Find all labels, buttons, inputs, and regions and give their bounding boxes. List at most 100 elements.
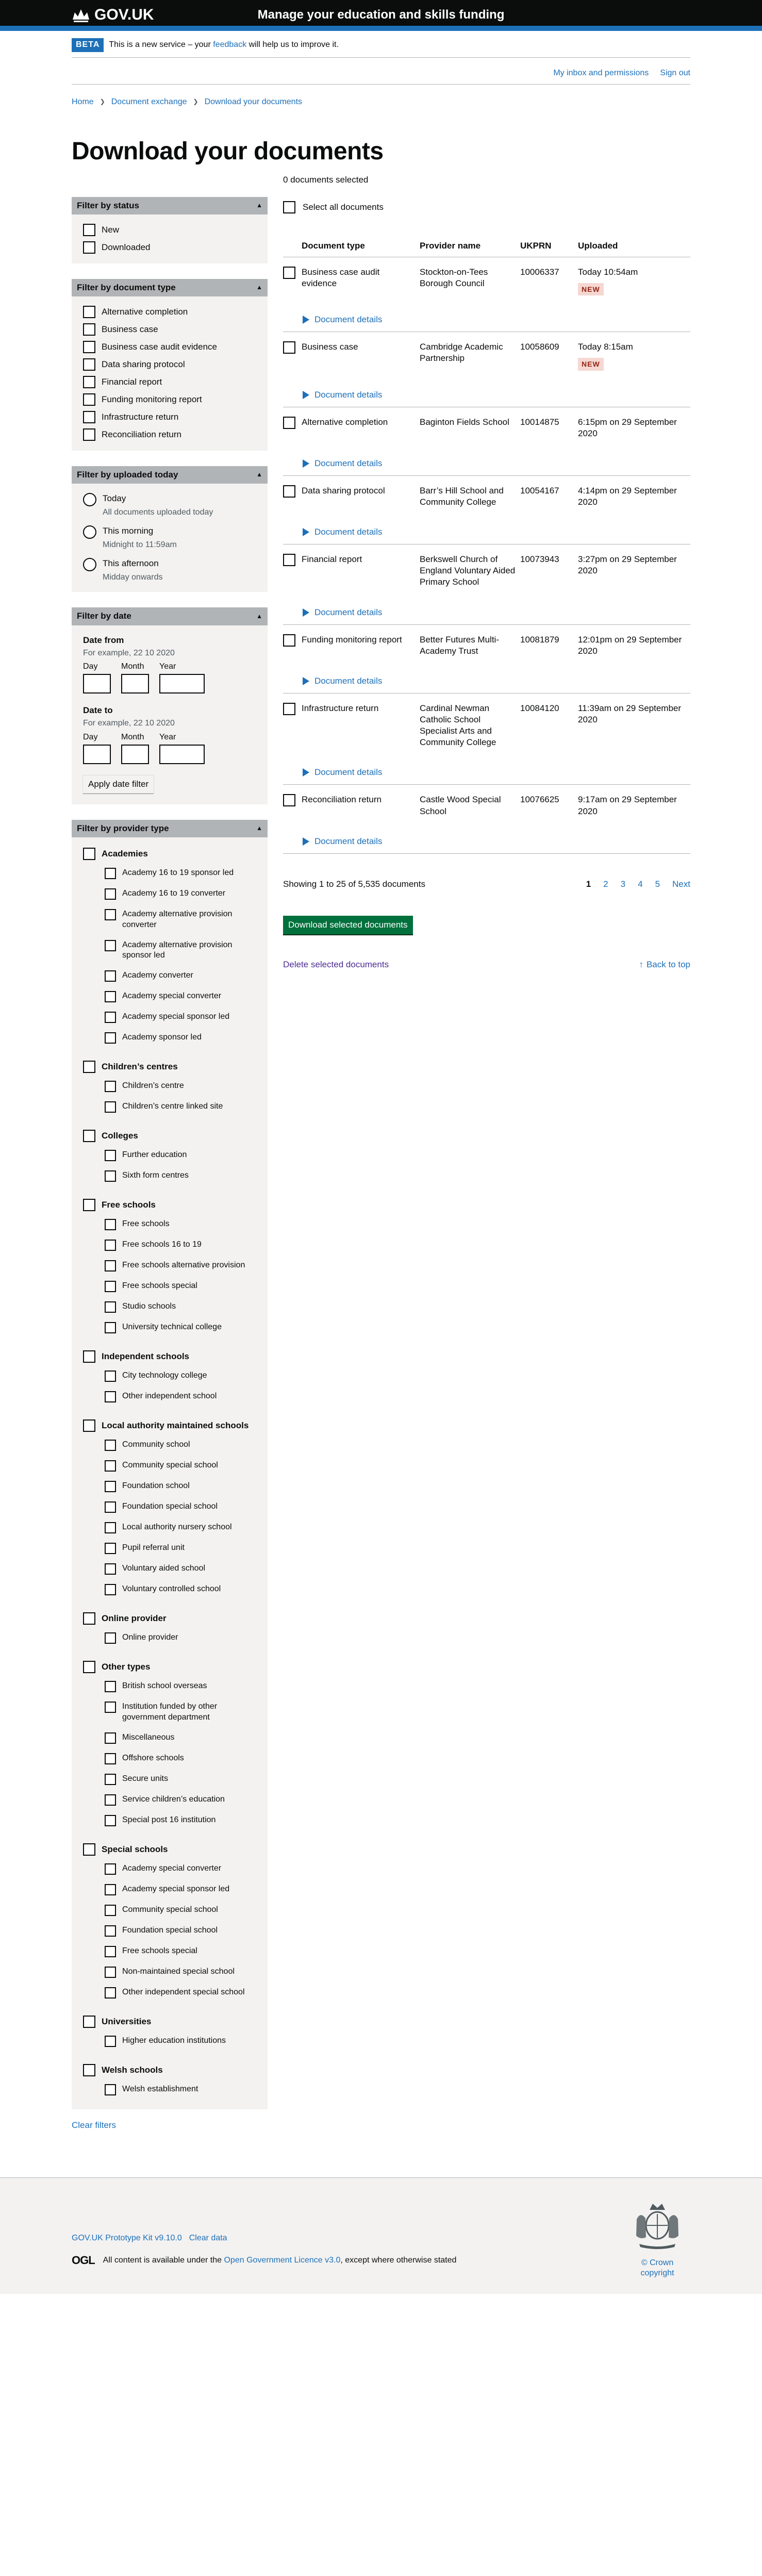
checkbox[interactable]	[83, 358, 95, 371]
checkbox[interactable]	[105, 1925, 116, 1937]
checkbox-group-free-schools[interactable]: Free schools	[83, 1196, 256, 1214]
date-from-day-input[interactable]	[83, 674, 111, 694]
row-checkbox[interactable]	[283, 702, 295, 715]
licence-link[interactable]: Open Government Licence v3.0	[224, 2256, 340, 2265]
document-details-toggle[interactable]: Document details	[283, 449, 687, 475]
document-details-link[interactable]: Document details	[314, 314, 382, 325]
checkbox[interactable]	[83, 1419, 95, 1432]
checkbox[interactable]	[105, 1563, 116, 1575]
checkbox-doctype-alternative-completion[interactable]: Alternative completion	[72, 296, 268, 321]
radio-this-afternoon[interactable]: This afternoon	[72, 553, 268, 571]
radio-button[interactable]	[83, 493, 96, 507]
checkbox-provider-academy-16-to-19-sponsor-led[interactable]: Academy 16 to 19 sponsor led	[83, 863, 256, 884]
checkbox[interactable]	[105, 868, 116, 880]
checkbox[interactable]	[105, 1966, 116, 1978]
checkbox[interactable]	[105, 2084, 116, 2095]
checkbox-status-downloaded[interactable]: Downloaded	[72, 239, 268, 256]
checkbox-doctype-reconciliation-return[interactable]: Reconciliation return	[72, 426, 268, 443]
date-from-year-input[interactable]	[159, 674, 205, 694]
checkbox[interactable]	[105, 1522, 116, 1534]
feedback-link[interactable]: feedback	[213, 40, 246, 49]
checkbox[interactable]	[105, 1481, 116, 1493]
row-checkbox[interactable]	[283, 341, 295, 354]
checkbox[interactable]	[105, 1702, 116, 1713]
checkbox[interactable]	[105, 1260, 116, 1272]
select-all-checkbox[interactable]: Select all documents	[283, 196, 690, 240]
page-link-4[interactable]: 4	[638, 879, 642, 890]
checkbox-provider-special-post-16-institution[interactable]: Special post 16 institution	[83, 1810, 256, 1831]
checkbox-provider-local-authority-nursery-school[interactable]: Local authority nursery school	[83, 1517, 256, 1538]
filter-doctype-header[interactable]: Filter by document type ▲	[72, 278, 268, 296]
checkbox[interactable]	[105, 939, 116, 951]
download-selected-button[interactable]: Download selected documents	[283, 915, 413, 934]
checkbox[interactable]	[83, 1350, 95, 1363]
breadcrumb-current[interactable]: Download your documents	[205, 97, 302, 108]
checkbox[interactable]	[105, 1281, 116, 1293]
checkbox[interactable]	[105, 1681, 116, 1693]
checkbox[interactable]	[83, 1199, 95, 1212]
checkbox[interactable]	[105, 991, 116, 1003]
checkbox[interactable]	[105, 1945, 116, 1957]
checkbox-provider-foundation-special-school[interactable]: Foundation special school	[83, 1497, 256, 1517]
checkbox[interactable]	[105, 1460, 116, 1472]
checkbox[interactable]	[83, 393, 95, 406]
document-details-toggle[interactable]: Document details	[283, 380, 687, 407]
checkbox-status-new[interactable]: New	[72, 214, 268, 239]
filter-date-header[interactable]: Filter by date ▲	[72, 607, 268, 625]
next-page-link[interactable]: Next	[672, 879, 690, 890]
checkbox-provider-children-s-centre[interactable]: Children’s centre	[83, 1076, 256, 1097]
row-checkbox[interactable]	[283, 266, 295, 279]
checkbox-provider-free-schools-special[interactable]: Free schools special	[83, 1276, 256, 1297]
checkbox-provider-city-technology-college[interactable]: City technology college	[83, 1366, 256, 1386]
checkbox-provider-miscellaneous[interactable]: Miscellaneous	[83, 1728, 256, 1748]
date-from-month-input[interactable]	[121, 674, 149, 694]
row-checkbox[interactable]	[283, 634, 295, 647]
checkbox[interactable]	[105, 1322, 116, 1334]
breadcrumb-document-exchange[interactable]: Document exchange	[111, 97, 187, 108]
checkbox[interactable]	[83, 223, 95, 236]
checkbox-provider-children-s-centre-linked-site[interactable]: Children’s centre linked site	[83, 1097, 256, 1117]
checkbox[interactable]	[105, 970, 116, 982]
checkbox-doctype-data-sharing-protocol[interactable]: Data sharing protocol	[72, 356, 268, 373]
checkbox-provider-academy-alternative-provision-sponsor-led[interactable]: Academy alternative provision sponsor le…	[83, 935, 256, 966]
checkbox[interactable]	[105, 1240, 116, 1251]
checkbox[interactable]	[105, 909, 116, 921]
checkbox[interactable]	[105, 1794, 116, 1806]
row-checkbox[interactable]	[283, 794, 295, 807]
checkbox-provider-community-school[interactable]: Community school	[83, 1435, 256, 1456]
checkbox-provider-community-special-school[interactable]: Community special school	[83, 1456, 256, 1476]
document-details-link[interactable]: Document details	[314, 607, 382, 618]
checkbox-group-local-authority-maintained-schools[interactable]: Local authority maintained schools	[83, 1416, 256, 1435]
checkbox[interactable]	[105, 1301, 116, 1313]
checkbox-provider-academy-alternative-provision-converter[interactable]: Academy alternative provision converter	[83, 904, 256, 935]
checkbox[interactable]	[83, 340, 95, 353]
radio-today[interactable]: Today	[72, 488, 268, 507]
date-to-year-input[interactable]	[159, 744, 205, 764]
checkbox-provider-other-independent-special-school[interactable]: Other independent special school	[83, 1983, 256, 2003]
checkbox-provider-free-schools-16-to-19[interactable]: Free schools 16 to 19	[83, 1235, 256, 1256]
checkbox[interactable]	[83, 2015, 95, 2028]
checkbox-group-independent-schools[interactable]: Independent schools	[83, 1347, 256, 1366]
checkbox-provider-offshore-schools[interactable]: Offshore schools	[83, 1748, 256, 1769]
checkbox[interactable]	[105, 1987, 116, 1999]
document-details-toggle[interactable]: Document details	[283, 598, 687, 624]
checkbox[interactable]	[105, 1501, 116, 1513]
checkbox-provider-service-children-s-education[interactable]: Service children’s education	[83, 1790, 256, 1810]
checkbox-provider-free-schools-alternative-provision[interactable]: Free schools alternative provision	[83, 1256, 256, 1276]
document-details-toggle[interactable]: Document details	[283, 827, 687, 853]
checkbox-provider-studio-schools[interactable]: Studio schools	[83, 1297, 256, 1317]
checkbox-provider-non-maintained-special-school[interactable]: Non-maintained special school	[83, 1962, 256, 1983]
row-checkbox[interactable]	[283, 554, 295, 567]
checkbox[interactable]	[105, 1884, 116, 1895]
checkbox-provider-british-school-overseas[interactable]: British school overseas	[83, 1676, 256, 1697]
checkbox-provider-higher-education-institutions[interactable]: Higher education institutions	[83, 2031, 256, 2052]
filter-provider-header[interactable]: Filter by provider type ▲	[72, 819, 268, 838]
checkbox[interactable]	[105, 1904, 116, 1916]
checkbox-group-special-schools[interactable]: Special schools	[83, 1840, 256, 1859]
checkbox[interactable]	[83, 1661, 95, 1674]
document-details-link[interactable]: Document details	[314, 836, 382, 847]
checkbox[interactable]	[105, 1150, 116, 1162]
checkbox[interactable]	[105, 1863, 116, 1875]
checkbox-provider-voluntary-aided-school[interactable]: Voluntary aided school	[83, 1559, 256, 1579]
page-link-2[interactable]: 2	[603, 879, 608, 890]
